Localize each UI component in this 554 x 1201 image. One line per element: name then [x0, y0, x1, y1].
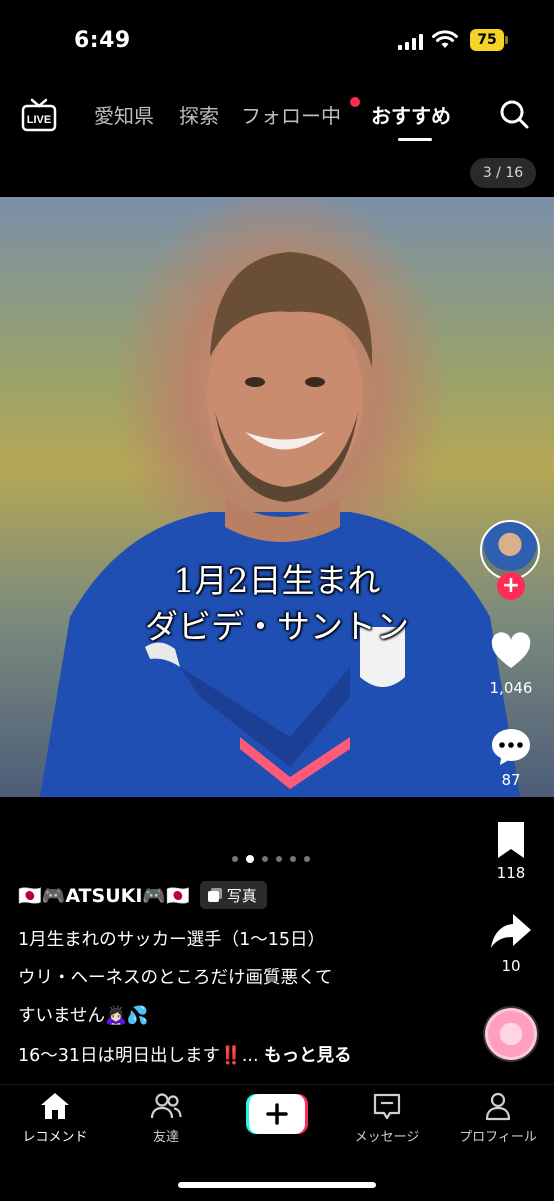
- post-photo[interactable]: [0, 197, 554, 797]
- share-count: 10: [501, 957, 521, 975]
- carousel-dot: [290, 856, 296, 862]
- caption-line-3: すいません🙇🏻‍♀️💦: [18, 1006, 149, 1026]
- nav-profile-label: プロフィール: [459, 1130, 537, 1145]
- wifi-icon: [432, 30, 458, 48]
- nav-home[interactable]: レコメンド: [0, 1090, 110, 1145]
- tab-aichi[interactable]: 愛知県: [94, 100, 154, 129]
- live-icon[interactable]: LIVE: [20, 96, 58, 134]
- create-button[interactable]: [246, 1094, 308, 1134]
- nav-inbox[interactable]: メッセージ: [332, 1090, 442, 1145]
- active-tab-indicator: [398, 138, 432, 141]
- photo-stack-icon: [207, 888, 222, 902]
- carousel-dot-active: [246, 855, 254, 863]
- comment-count: 87: [501, 771, 521, 789]
- search-icon[interactable]: [498, 98, 530, 130]
- home-icon: [41, 1093, 69, 1119]
- svg-text:LIVE: LIVE: [27, 114, 51, 126]
- page-counter: 3 / 16: [470, 158, 536, 188]
- photo-overlay-text: 1月2日生まれ ダビデ・サントン: [0, 558, 554, 650]
- overlay-line-date: 1月2日生まれ: [173, 561, 381, 600]
- caption-line-1: 1月生まれのサッカー選手（1〜15日）: [18, 930, 326, 950]
- bookmark-icon[interactable]: [489, 818, 533, 862]
- share-icon[interactable]: [489, 910, 533, 954]
- nav-friends[interactable]: 友達: [111, 1090, 221, 1145]
- heart-icon[interactable]: [489, 630, 533, 674]
- see-more-link[interactable]: もっと見る: [264, 1046, 352, 1066]
- carousel-dot: [262, 856, 268, 862]
- comment-icon[interactable]: [489, 725, 533, 769]
- carousel-dots: [232, 855, 324, 863]
- creator-avatar[interactable]: [480, 520, 540, 580]
- tab-following[interactable]: フォロー中: [241, 100, 341, 129]
- tab-for-you[interactable]: おすすめ: [371, 100, 451, 129]
- profile-icon: [485, 1092, 511, 1121]
- caption-line-2: ウリ・ヘーネスのところだけ画質悪くて: [18, 968, 333, 988]
- caption-line-4-text: 16〜31日は明日出します‼️...: [18, 1046, 259, 1066]
- photo-badge-label: 写真: [226, 886, 257, 905]
- caption-line-4: 16〜31日は明日出します‼️... もっと見る: [18, 1042, 352, 1067]
- photo-badge: 写真: [199, 881, 267, 909]
- overlay-line-name: ダビデ・サントン: [145, 607, 409, 646]
- nav-inbox-label: メッセージ: [354, 1130, 420, 1145]
- inbox-icon: [373, 1093, 401, 1120]
- friends-icon: [150, 1093, 182, 1119]
- username[interactable]: 🇯🇵🎮ATSUKI🎮🇯🇵: [18, 884, 190, 907]
- music-disc[interactable]: [483, 1006, 539, 1062]
- following-notification-dot: [350, 97, 360, 107]
- nav-profile[interactable]: プロフィール: [443, 1090, 553, 1145]
- player-photo-illustration: [40, 252, 520, 797]
- carousel-dot: [276, 856, 282, 862]
- battery-indicator: 75: [470, 29, 508, 51]
- home-indicator: [178, 1182, 376, 1188]
- follow-plus-button[interactable]: +: [497, 572, 525, 600]
- status-time: 6:49: [74, 28, 131, 53]
- nav-friends-label: 友達: [152, 1130, 179, 1145]
- username-row: 🇯🇵🎮ATSUKI🎮🇯🇵 写真: [18, 880, 267, 910]
- like-count: 1,046: [489, 679, 533, 697]
- nav-home-label: レコメンド: [22, 1130, 88, 1145]
- signal-icon: [398, 34, 423, 50]
- tab-explore[interactable]: 探索: [179, 100, 219, 129]
- carousel-dot: [304, 856, 310, 862]
- carousel-dot: [232, 856, 238, 862]
- bookmark-count: 118: [496, 864, 526, 882]
